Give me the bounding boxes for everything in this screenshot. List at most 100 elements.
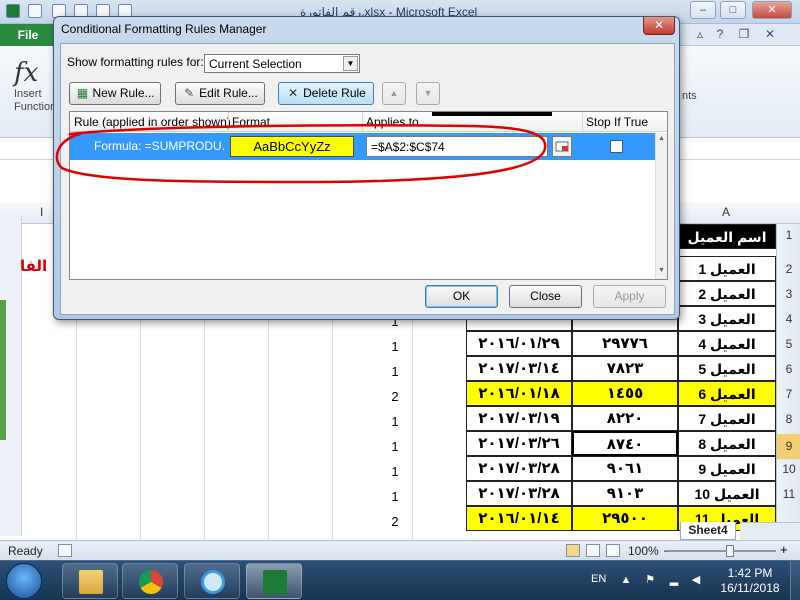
zoom-level[interactable]: 100% — [628, 544, 659, 558]
sheet-red-title-text[interactable]: الفا — [20, 257, 47, 275]
ok-button[interactable]: OK — [425, 285, 498, 308]
client-cell[interactable]: العميل 3 — [678, 306, 776, 331]
volume-icon[interactable]: ◀ — [690, 574, 702, 586]
flag-cell[interactable]: 1 — [380, 414, 410, 429]
rule-row[interactable]: Formula: =SUMPRODU... AaBbCcYyZz =$A$2:$… — [70, 133, 655, 160]
chevron-down-icon[interactable]: ▼ — [343, 56, 358, 71]
save-icon[interactable] — [28, 4, 42, 18]
apply-button[interactable]: Apply — [593, 285, 666, 308]
client-cell[interactable]: العميل 5 — [678, 356, 776, 381]
client-cell[interactable]: العميل 9 — [678, 456, 776, 481]
flag-cell[interactable]: 1 — [380, 364, 410, 379]
start-button[interactable] — [6, 563, 42, 599]
zoom-slider-thumb[interactable] — [726, 545, 734, 557]
date-cell[interactable]: ٢٠١٧/٠٣/٢٨ — [466, 481, 572, 506]
taskbar-excel[interactable] — [246, 563, 302, 599]
row-number[interactable]: 3 — [777, 287, 800, 301]
row-number[interactable]: 1 — [777, 228, 800, 242]
insert-function-label[interactable]: Insert Function — [14, 88, 56, 114]
row-number[interactable]: 11 — [777, 487, 800, 501]
excel-logo-icon[interactable] — [6, 4, 20, 18]
input-language[interactable]: EN — [591, 573, 606, 585]
delete-rule-button[interactable]: ✕ Delete Rule — [278, 82, 374, 105]
flag-cell[interactable]: 2 — [380, 389, 410, 404]
client-cell[interactable]: العميل 1 — [678, 256, 776, 281]
taskbar-internet-explorer[interactable] — [184, 563, 240, 599]
edit-rule-button[interactable]: ✎ Edit Rule... — [175, 82, 265, 105]
amount-cell[interactable]: ٢٩٧٧٦ — [572, 331, 678, 356]
insert-function-icon[interactable]: fx — [14, 58, 38, 88]
action-center-flag-icon[interactable]: ⚑ — [644, 574, 656, 586]
page-layout-view-icon[interactable] — [586, 544, 600, 557]
flag-cell[interactable]: 1 — [380, 439, 410, 454]
client-cell[interactable]: العميل 7 — [678, 406, 776, 431]
format-column-header[interactable]: Format — [232, 115, 270, 129]
help-icon[interactable]: ? — [710, 27, 730, 43]
rule-format-preview[interactable]: AaBbCcYyZz — [230, 136, 354, 157]
network-signal-icon[interactable]: ▂ — [668, 574, 680, 586]
row-number-active[interactable]: 9 — [777, 434, 800, 459]
collapse-range-button[interactable] — [552, 136, 572, 157]
row-number[interactable]: 4 — [777, 312, 800, 326]
client-cell[interactable]: العميل 10 — [678, 481, 776, 506]
applies-to-column-header[interactable]: Applies to — [366, 115, 419, 129]
client-cell[interactable]: العميل 2 — [678, 281, 776, 306]
amount-cell[interactable]: ٢٩٥٠٠ — [572, 506, 678, 531]
client-cell[interactable]: العميل 8 — [678, 431, 776, 456]
close-button[interactable]: Close — [509, 285, 582, 308]
scroll-down-arrow[interactable]: ▼ — [658, 267, 665, 274]
amount-cell[interactable]: ٩٠٦١ — [572, 456, 678, 481]
client-name-header-cell[interactable]: اسم العميل — [678, 224, 776, 249]
move-down-button[interactable]: ▼ — [416, 82, 440, 105]
flag-cell[interactable]: 1 — [380, 464, 410, 479]
scroll-up-arrow[interactable]: ▲ — [658, 135, 665, 142]
show-desktop-button[interactable] — [790, 561, 800, 600]
sheet-tab-sheet4[interactable]: Sheet4 — [680, 522, 736, 540]
applies-to-input[interactable]: =$A$2:$C$74 — [366, 136, 548, 157]
close-window-button[interactable]: ✕ — [752, 1, 792, 19]
dialog-close-button[interactable]: ✕ — [643, 17, 675, 35]
taskbar-chrome[interactable] — [122, 563, 178, 599]
tray-expand-icon[interactable]: ▲ — [620, 574, 632, 586]
restore-workbook-icon[interactable]: ❐ — [734, 27, 754, 43]
date-cell[interactable]: ٢٠١٧/٠٣/٢٦ — [466, 431, 572, 456]
stop-if-true-column-header[interactable]: Stop If True — [586, 115, 648, 129]
zoom-slider[interactable] — [668, 550, 776, 552]
flag-cell[interactable]: 1 — [380, 339, 410, 354]
date-cell[interactable]: ٢٠١٦/٠١/١٨ — [466, 381, 572, 406]
side-panel-tab[interactable] — [0, 300, 6, 440]
row-number[interactable]: 6 — [777, 362, 800, 376]
column-letter[interactable]: I — [40, 205, 43, 219]
client-cell[interactable]: العميل 4 — [678, 331, 776, 356]
show-rules-select[interactable]: Current Selection ▼ — [204, 54, 360, 73]
date-cell[interactable]: ٢٠١٦/٠١/٢٩ — [466, 331, 572, 356]
client-cell[interactable]: العميل 6 — [678, 381, 776, 406]
new-rule-button[interactable]: ▦ New Rule... — [69, 82, 161, 105]
date-cell[interactable]: ٢٠١٧/٠٣/١٩ — [466, 406, 572, 431]
zoom-in-button[interactable]: + — [780, 542, 788, 557]
date-cell[interactable]: ٢٠١٧/٠٣/١٤ — [466, 356, 572, 381]
amount-cell[interactable]: ٩١٠٣ — [572, 481, 678, 506]
active-amount-cell[interactable]: ٨٧٤٠ — [572, 431, 678, 456]
file-tab[interactable]: File — [0, 24, 56, 46]
minimize-button[interactable]: – — [690, 1, 716, 19]
maximize-button[interactable]: □ — [720, 1, 746, 19]
move-up-button[interactable]: ▲ — [382, 82, 406, 105]
close-workbook-icon[interactable]: ✕ — [760, 27, 780, 43]
flag-cell[interactable]: 2 — [380, 514, 410, 529]
rule-column-header[interactable]: Rule (applied in order shown) — [74, 115, 231, 129]
taskbar-explorer[interactable] — [62, 563, 118, 599]
amount-cell[interactable]: ٧٨٢٣ — [572, 356, 678, 381]
row-number[interactable]: 2 — [777, 262, 800, 276]
amount-cell[interactable]: ١٤٥٥ — [572, 381, 678, 406]
rules-list-scrollbar[interactable]: ▲ ▼ — [655, 133, 667, 279]
system-clock[interactable]: 1:42 PM 16/11/2018 — [718, 566, 782, 596]
macro-record-icon[interactable] — [58, 544, 72, 557]
horizontal-scrollbar[interactable] — [740, 522, 800, 540]
date-cell[interactable]: ٢٠١٧/٠٣/٢٨ — [466, 456, 572, 481]
row-number[interactable]: 7 — [777, 387, 800, 401]
minimize-ribbon-icon[interactable]: ▵ — [690, 27, 710, 43]
row-number[interactable]: 10 — [777, 462, 800, 476]
normal-view-icon[interactable] — [566, 544, 580, 557]
flag-cell[interactable]: 1 — [380, 489, 410, 504]
